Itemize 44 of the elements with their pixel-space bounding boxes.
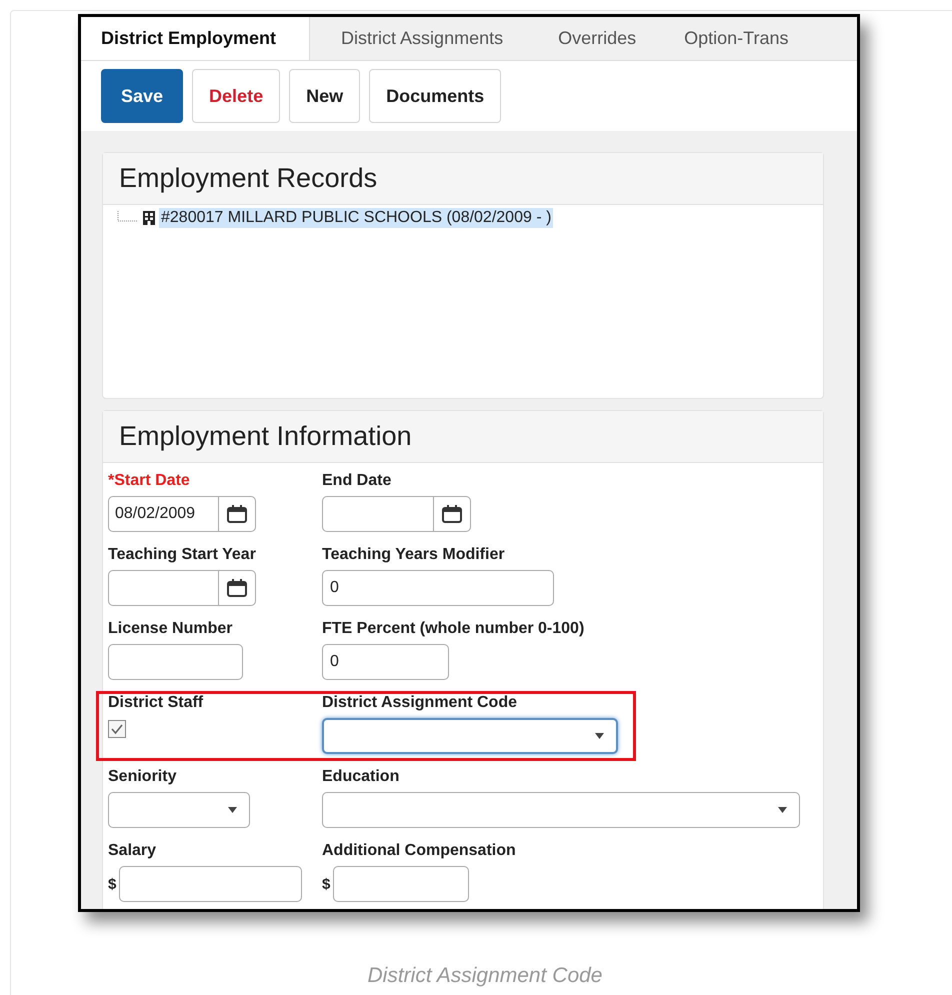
- field-label: Additional Compensation: [322, 842, 516, 860]
- field-label: Education: [322, 768, 400, 786]
- check-icon: [110, 722, 124, 736]
- currency-symbol: $: [108, 876, 116, 892]
- toolbar-button[interactable]: Documents: [369, 69, 502, 123]
- tab[interactable]: Overrides: [538, 17, 664, 60]
- caret-icon: [228, 807, 237, 813]
- date-field[interactable]: [322, 496, 471, 532]
- input-field[interactable]: 0: [322, 644, 449, 680]
- field-label: Teaching Start Year: [108, 546, 257, 564]
- toolbar-button[interactable]: New: [289, 69, 360, 123]
- input-field[interactable]: [333, 866, 470, 902]
- input-field[interactable]: 0: [322, 570, 554, 606]
- field-label: FTE Percent (whole number 0-100): [322, 620, 584, 638]
- tab[interactable]: District Employment: [81, 17, 310, 60]
- calendar-icon[interactable]: [442, 505, 462, 523]
- checkbox[interactable]: [108, 720, 126, 738]
- figure-caption: District Assignment Code: [366, 964, 604, 988]
- panel-title: Employment Information: [103, 411, 823, 463]
- delete-button[interactable]: Delete: [192, 69, 280, 123]
- currency-symbol: $: [322, 876, 330, 892]
- calendar-icon[interactable]: [227, 505, 247, 523]
- field-label: Teaching Years Modifier: [322, 546, 506, 564]
- input-field[interactable]: [108, 644, 243, 680]
- date-field[interactable]: 08/02/2009: [108, 496, 256, 532]
- input-field[interactable]: [119, 866, 302, 902]
- field-label: Seniority: [108, 768, 178, 786]
- panel-title: Employment Records: [103, 153, 823, 205]
- tab[interactable]: Option-Trans: [664, 17, 816, 60]
- field-label: End Date: [322, 472, 392, 490]
- field-label: Salary: [108, 842, 158, 860]
- field-label: District Assignment Code: [322, 694, 518, 712]
- dropdown[interactable]: [322, 718, 618, 754]
- tab[interactable]: District Assignments: [310, 17, 538, 60]
- field-label: District Staff: [108, 694, 204, 712]
- field-label: License Number: [108, 620, 234, 638]
- calendar-icon[interactable]: [227, 579, 247, 597]
- save-button[interactable]: Save: [101, 69, 184, 123]
- building-icon: [143, 211, 155, 225]
- field-label: *Start Date: [108, 472, 191, 490]
- date-field[interactable]: [108, 570, 256, 606]
- record-item[interactable]: #280017 MILLARD PUBLIC SCHOOLS (08/02/2009 - ): [159, 208, 554, 228]
- caret-icon: [778, 807, 787, 813]
- caret-icon: [595, 733, 604, 739]
